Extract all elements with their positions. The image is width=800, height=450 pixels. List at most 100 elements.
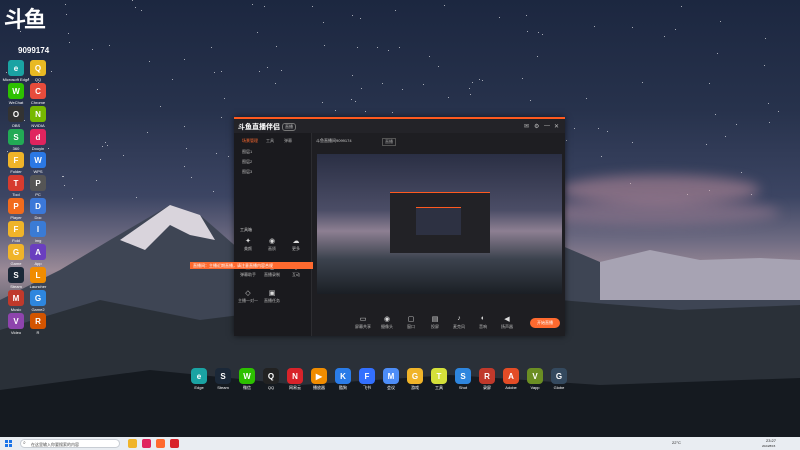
control-label: 麦克风 — [453, 324, 465, 329]
tool-icon: ◇ — [245, 290, 251, 297]
app-icon: ▶ — [311, 368, 327, 384]
search-icon: ⌕ — [23, 440, 26, 446]
dock-app[interactable]: V Vapp — [524, 368, 546, 390]
app-icon: V — [8, 313, 24, 329]
desktop-icon[interactable]: Q QQ — [24, 60, 52, 82]
live-preview[interactable] — [317, 154, 562, 294]
app-icon: L — [30, 267, 46, 283]
dock-app[interactable]: S Shot — [452, 368, 474, 390]
tools-header: 工具箱 — [240, 227, 252, 232]
taskbar-search-input[interactable]: 在这里输入你要搜索的内容 — [20, 439, 120, 448]
desktop-icon[interactable]: W WPS — [24, 152, 52, 174]
streaming-app-window[interactable]: 斗鱼直播伴侣 直播 ✉ ⚙ — ✕ 场景管理 工具 弹幕 图层1 图层2 图层3… — [234, 117, 565, 336]
weather-text: 22°C — [672, 440, 681, 445]
desktop-icon[interactable]: A App — [24, 244, 52, 266]
app-icon: R — [479, 368, 495, 384]
minimize-icon[interactable]: — — [544, 123, 550, 129]
app-icon: S — [215, 368, 231, 384]
tool-button[interactable]: ◉ 画质 — [261, 237, 283, 252]
tool-button[interactable]: ✦ 美颜 — [237, 237, 259, 252]
control-button[interactable]: ▢ 窗口 — [400, 315, 422, 330]
dock-app[interactable]: K 酷狗 — [332, 368, 354, 390]
tool-label: 直播任务 — [264, 298, 280, 303]
desktop-icon[interactable]: N NVIDIA — [24, 106, 52, 128]
app-icon: G — [8, 244, 24, 260]
desktop-icon-label: QQ — [34, 77, 42, 82]
tool-label: 美颜 — [244, 246, 252, 251]
tool-button[interactable]: ☁ 更多 — [285, 237, 307, 252]
dock-app[interactable]: G Globe — [548, 368, 570, 390]
control-button[interactable]: ◐ 音响 — [472, 315, 494, 330]
tool-label: 直播录制 — [264, 272, 280, 277]
taskbar-app-icon[interactable] — [170, 439, 179, 448]
scene-item[interactable]: 图层2 — [242, 159, 252, 165]
title-bar[interactable]: 斗鱼直播伴侣 直播 ✉ ⚙ — ✕ — [234, 119, 565, 133]
start-live-button[interactable]: 开始直播 — [530, 318, 560, 328]
desktop-icon[interactable]: P PC — [24, 175, 52, 197]
control-button[interactable]: ◀ 扬声器 — [496, 315, 518, 330]
clock-date: 2024/8/15 — [762, 444, 776, 448]
taskbar: 在这里输入你要搜索的内容 ⌕ 22°C 23:27 2024/8/15 — [0, 437, 800, 450]
dock-app[interactable]: G 游戏 — [404, 368, 426, 390]
mail-icon[interactable]: ✉ — [524, 123, 529, 130]
desktop-icon[interactable]: D Doc — [24, 198, 52, 220]
dock-app[interactable]: S Steam — [212, 368, 234, 390]
dock-app[interactable]: M 会议 — [380, 368, 402, 390]
desktop-icon[interactable]: d Douyin — [24, 129, 52, 151]
app-icon: O — [8, 106, 24, 122]
control-button[interactable]: ♪ 麦克风 — [448, 315, 470, 330]
dock-app[interactable]: F 飞书 — [356, 368, 378, 390]
dock-app[interactable]: e Edge — [188, 368, 210, 390]
desktop-icon[interactable]: G Game2 — [24, 290, 52, 312]
app-icon: K — [335, 368, 351, 384]
dock-app-label: 网易云 — [289, 385, 301, 390]
desktop-icon[interactable]: RR — [24, 313, 52, 335]
dock-app-label: Edge — [194, 385, 204, 390]
taskbar-app-icon[interactable] — [142, 439, 151, 448]
app-icon: R — [30, 313, 46, 329]
tool-icon: ◉ — [268, 238, 276, 245]
app-icon: G — [551, 368, 567, 384]
desktop-icon[interactable]: I Img — [24, 221, 52, 243]
desktop-icon-label: Game2 — [31, 307, 45, 312]
tool-label: 更多 — [292, 246, 300, 251]
dock-app[interactable]: ▶ 播放器 — [308, 368, 330, 390]
tool-button[interactable]: ▣ 直播任务 — [261, 289, 283, 304]
dock-app[interactable]: R 录屏 — [476, 368, 498, 390]
app-icon: P — [30, 175, 46, 191]
settings-icon[interactable]: ⚙ — [534, 123, 539, 130]
app-icon: S — [8, 267, 24, 283]
dock-app[interactable]: T 工具 — [428, 368, 450, 390]
control-icon: ◀ — [504, 316, 510, 323]
dock-app[interactable]: Q QQ — [260, 368, 282, 390]
desktop-icon[interactable]: L Launcher — [24, 267, 52, 289]
dock-app[interactable]: N 网易云 — [284, 368, 306, 390]
desktop-icon[interactable]: C Chrome — [24, 83, 52, 105]
control-button[interactable]: ◉ 摄像头 — [376, 315, 398, 330]
tab-tools[interactable]: 工具 — [266, 138, 274, 144]
scene-item[interactable]: 图层1 — [242, 149, 252, 155]
scene-item[interactable]: 图层3 — [242, 169, 252, 175]
app-icon: F — [8, 152, 24, 168]
tool-label: 弹幕助手 — [240, 272, 256, 277]
streaming-watermark: 斗鱼 9099174 — [4, 2, 74, 55]
app-icon: W — [239, 368, 255, 384]
control-icon: ◉ — [383, 316, 391, 323]
desktop-icon-label: Doc — [34, 215, 42, 220]
tool-button[interactable]: ◇ 主播一对一 — [237, 289, 259, 304]
taskbar-app-icon[interactable] — [156, 439, 165, 448]
control-label: 扬声器 — [501, 324, 513, 329]
control-button[interactable]: ▭ 屏幕共享 — [352, 315, 374, 330]
tab-scenes[interactable]: 场景管理 — [242, 138, 258, 144]
dock-app[interactable]: W 微信 — [236, 368, 258, 390]
control-button[interactable]: ▤ 投屏 — [424, 315, 446, 330]
close-icon[interactable]: ✕ — [554, 123, 559, 130]
dock-app[interactable]: A Adobe — [500, 368, 522, 390]
dock-app-label: Globe — [553, 385, 565, 390]
tab-danmu[interactable]: 弹幕 — [284, 138, 292, 144]
desktop-icon-label: App — [34, 261, 42, 266]
windows-start-icon[interactable] — [5, 440, 12, 447]
desktop-icon-label: R — [36, 330, 40, 335]
file-explorer-icon[interactable] — [128, 439, 137, 448]
notice-tooltip: 直播间：主播近期直播，请注意直播内容合规 — [190, 262, 313, 269]
